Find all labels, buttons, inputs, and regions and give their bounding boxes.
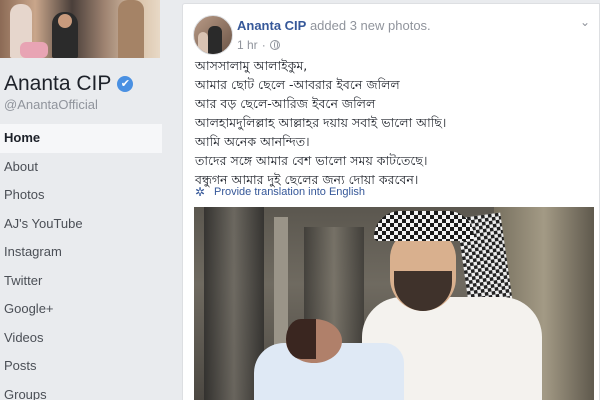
nav-item-google-plus[interactable]: Google+ — [0, 295, 162, 324]
translate-link[interactable]: ✲ Provide translation into English — [195, 184, 365, 199]
post-line: তাদের সঙ্গে আমার বেশ ভালো সময় কাটতেছে। — [195, 153, 428, 168]
nav-item-photos[interactable]: Photos — [0, 181, 162, 210]
globe-icon[interactable] — [269, 40, 280, 50]
translate-label[interactable]: Provide translation into English — [214, 186, 365, 198]
page-nav: Home About Photos AJ's YouTube Instagram… — [0, 124, 162, 400]
post-photo[interactable] — [194, 207, 594, 400]
nav-item-twitter[interactable]: Twitter — [0, 267, 162, 296]
author-avatar[interactable] — [193, 15, 233, 55]
post-header: Ananta CIP added 3 new photos. — [237, 18, 431, 33]
post-line: আসসালামু আলাইকুম, — [195, 58, 308, 73]
cover-photo-thumbnail[interactable] — [0, 0, 160, 58]
post-line: আলহামদুলিল্লাহ আল্লাহর দয়ায় সবাই ভালো … — [195, 115, 447, 130]
nav-item-instagram[interactable]: Instagram — [0, 238, 162, 267]
nav-item-groups[interactable]: Groups — [0, 381, 162, 400]
post-meta: 1 hr · — [237, 38, 280, 52]
post-action-text: added 3 new photos. — [306, 18, 431, 33]
post-line: আর বড় ছেলে-আরিজ ইবনে জলিল — [195, 96, 376, 111]
nav-item-youtube[interactable]: AJ's YouTube — [0, 210, 162, 239]
verified-badge-icon: ✔ — [117, 76, 134, 92]
post-body: আসসালামু আলাইকুম, আমার ছোট ছেলে -আবরার ই… — [195, 56, 595, 189]
meta-separator: · — [261, 38, 266, 52]
post-timestamp[interactable]: 1 hr — [237, 38, 258, 52]
chevron-down-icon[interactable]: ⌄ — [579, 16, 591, 28]
post-line: আমি অনেক আনন্দিত। — [195, 134, 310, 149]
post-author-link[interactable]: Ananta CIP — [237, 18, 306, 33]
post-line: আমার ছোট ছেলে -আবরার ইবনে জলিল — [195, 77, 400, 92]
nav-item-home[interactable]: Home — [0, 124, 162, 153]
page-name-row: Ananta CIP ✔ — [4, 72, 134, 96]
page-name[interactable]: Ananta CIP — [4, 72, 111, 96]
nav-item-about[interactable]: About — [0, 153, 162, 182]
nav-item-videos[interactable]: Videos — [0, 324, 162, 353]
page-handle[interactable]: @AnantaOfficial — [4, 97, 98, 112]
page-sidebar: Ananta CIP ✔ @AnantaOfficial Home About … — [0, 0, 168, 400]
nav-item-posts[interactable]: Posts — [0, 352, 162, 381]
gear-icon: ✲ — [195, 184, 206, 199]
